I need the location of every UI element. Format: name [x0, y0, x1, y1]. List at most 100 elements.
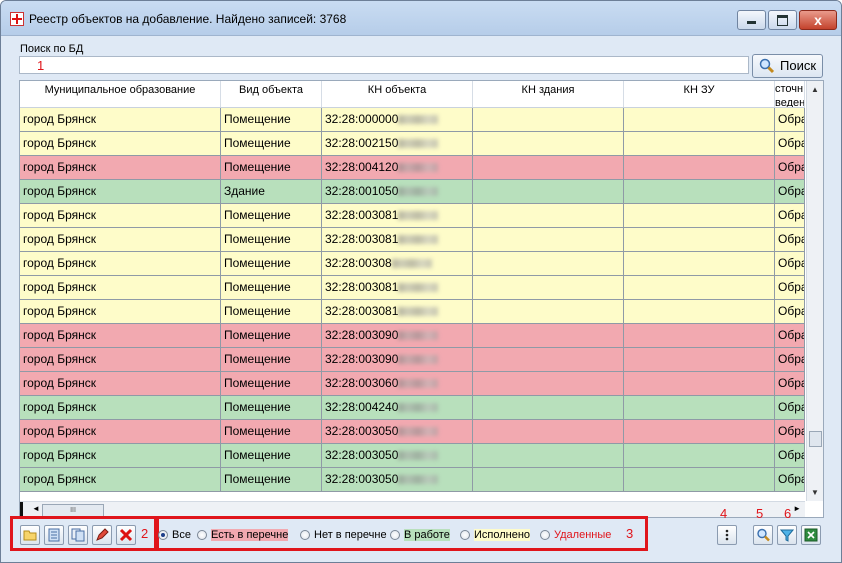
vertical-scroll-thumb[interactable] — [809, 431, 822, 447]
table-row[interactable]: город Брянск Помещение 32:28:004240 Обра — [20, 396, 805, 420]
cell-object-type-text: Помещение — [224, 256, 291, 270]
scroll-right-icon[interactable]: ► — [793, 504, 801, 513]
scroll-up-icon[interactable]: ▲ — [811, 85, 819, 94]
table-row[interactable]: город Брянск Помещение 32:28:000000 Обра — [20, 108, 805, 132]
delete-button[interactable] — [116, 525, 136, 545]
filter-deleted-radio[interactable]: Удаленные — [540, 529, 611, 541]
filter-in-progress-radio[interactable]: В работе — [390, 529, 450, 541]
redacted-mark — [391, 259, 432, 269]
cell-source-text: Обра — [778, 472, 805, 486]
filter-not-in-list-radio[interactable]: Нет в перечне — [300, 529, 387, 541]
cell-municipality-text: город Брянск — [23, 112, 96, 126]
radio-button-icon[interactable] — [197, 530, 207, 540]
cell-kn-object: 32:28:004240 — [322, 396, 473, 420]
redacted-mark — [398, 283, 439, 293]
cell-kn-building — [473, 156, 624, 180]
cell-source-text: Обра — [778, 112, 805, 126]
export-excel-button[interactable] — [801, 525, 821, 545]
redacted-mark — [398, 331, 439, 341]
cell-source: Обра — [775, 276, 805, 300]
redacted-mark — [398, 403, 439, 413]
filter-in-progress-label[interactable]: В работе — [404, 529, 450, 541]
filter-all-label[interactable]: Все — [172, 529, 191, 541]
radio-button-icon[interactable] — [300, 530, 310, 540]
filter-done-radio[interactable]: Исполнено — [460, 529, 531, 541]
table-row[interactable]: город Брянск Помещение 32:28:003081 Обра — [20, 204, 805, 228]
filter-button[interactable] — [777, 525, 797, 545]
cell-kn-building — [473, 348, 624, 372]
table-row[interactable]: город Брянск Помещение 32:28:003090 Обра — [20, 324, 805, 348]
cell-kn-object-text: 32:28:001050 — [325, 184, 399, 198]
cell-object-type-text: Помещение — [224, 400, 291, 414]
scroll-left-icon[interactable]: ◄ — [32, 504, 40, 513]
objects-table: Муниципальное образование Вид объекта КН… — [19, 80, 824, 518]
radio-button-icon[interactable] — [390, 530, 400, 540]
search-button-label: Поиск — [780, 58, 817, 73]
open-button[interactable] — [20, 525, 40, 545]
table-row[interactable]: город Брянск Помещение 32:28:003060 Обра — [20, 372, 805, 396]
table-row[interactable]: город Брянск Помещение 32:28:003081 Обра — [20, 300, 805, 324]
radio-button-icon[interactable] — [540, 530, 550, 540]
more-button[interactable] — [717, 525, 737, 545]
column-kn-object[interactable]: КН объекта — [322, 81, 473, 107]
more-vertical-icon — [725, 529, 729, 541]
cell-kn-zu — [624, 396, 775, 420]
radio-button-icon[interactable] — [158, 530, 168, 540]
maximize-button[interactable] — [768, 10, 797, 30]
cell-kn-zu — [624, 420, 775, 444]
filter-in-list-label[interactable]: Есть в перечне — [211, 529, 289, 541]
search-input[interactable] — [19, 56, 749, 74]
column-source[interactable]: сточн веден — [775, 81, 805, 107]
filter-in-list-radio[interactable]: Есть в перечне — [197, 529, 289, 541]
cell-municipality-text: город Брянск — [23, 376, 96, 390]
cell-object-type-text: Здание — [224, 184, 265, 198]
minimize-button[interactable] — [737, 10, 766, 30]
cell-kn-object-text: 32:28:003050 — [325, 472, 399, 486]
cell-object-type: Помещение — [221, 444, 322, 468]
vertical-scrollbar[interactable]: ▲ ▼ — [806, 81, 823, 501]
table-row[interactable]: город Брянск Здание 32:28:001050 Обра — [20, 180, 805, 204]
annotation-2: 2 — [141, 526, 149, 541]
close-button[interactable]: x — [799, 10, 837, 30]
filter-deleted-label[interactable]: Удаленные — [554, 529, 611, 541]
filter-done-label[interactable]: Исполнено — [474, 529, 531, 541]
copy-button[interactable] — [68, 525, 88, 545]
cell-source-text: Обра — [778, 160, 805, 174]
cell-kn-zu — [624, 348, 775, 372]
filter-all-radio[interactable]: Все — [158, 529, 191, 541]
table-row[interactable]: город Брянск Помещение 32:28:003050 Обра — [20, 444, 805, 468]
table-row[interactable]: город Брянск Помещение 32:28:00308 Обра — [20, 252, 805, 276]
table-row[interactable]: город Брянск Помещение 32:28:004120 Обра — [20, 156, 805, 180]
edit-button[interactable] — [92, 525, 112, 545]
cell-kn-object-text: 32:28:003060 — [325, 376, 399, 390]
table-row[interactable]: город Брянск Помещение 32:28:003090 Обра — [20, 348, 805, 372]
cell-municipality: город Брянск — [20, 420, 221, 444]
table-row[interactable]: город Брянск Помещение 32:28:003050 Обра — [20, 420, 805, 444]
cell-kn-object: 32:28:003081 — [322, 228, 473, 252]
filter-not-in-list-label[interactable]: Нет в перечне — [314, 529, 387, 541]
cell-source: Обра — [775, 132, 805, 156]
cell-municipality: город Брянск — [20, 468, 221, 492]
app-window: Реестр объектов на добавление. Найдено з… — [0, 0, 842, 563]
cell-object-type-text: Помещение — [224, 280, 291, 294]
cell-municipality: город Брянск — [20, 300, 221, 324]
column-kn-zu[interactable]: КН ЗУ — [624, 81, 775, 107]
table-row[interactable]: город Брянск Помещение 32:28:002150 Обра — [20, 132, 805, 156]
cell-kn-object: 32:28:003090 — [322, 324, 473, 348]
scroll-down-icon[interactable]: ▼ — [811, 488, 819, 497]
column-kn-building[interactable]: КН здания — [473, 81, 624, 107]
search-button[interactable]: Поиск — [752, 54, 823, 78]
find-button[interactable] — [753, 525, 773, 545]
title-bar[interactable]: Реестр объектов на добавление. Найдено з… — [1, 1, 841, 36]
table-row[interactable]: город Брянск Помещение 32:28:003050 Обра — [20, 468, 805, 492]
cell-municipality-text: город Брянск — [23, 472, 96, 486]
cell-kn-building — [473, 252, 624, 276]
table-row[interactable]: город Брянск Помещение 32:28:003081 Обра — [20, 276, 805, 300]
table-row[interactable]: город Брянск Помещение 32:28:003081 Обра — [20, 228, 805, 252]
radio-button-icon[interactable] — [460, 530, 470, 540]
cell-source: Обра — [775, 204, 805, 228]
column-object-type[interactable]: Вид объекта — [221, 81, 322, 107]
column-municipality[interactable]: Муниципальное образование — [20, 81, 221, 107]
list-button[interactable] — [44, 525, 64, 545]
cell-kn-object: 32:28:000000 — [322, 108, 473, 132]
